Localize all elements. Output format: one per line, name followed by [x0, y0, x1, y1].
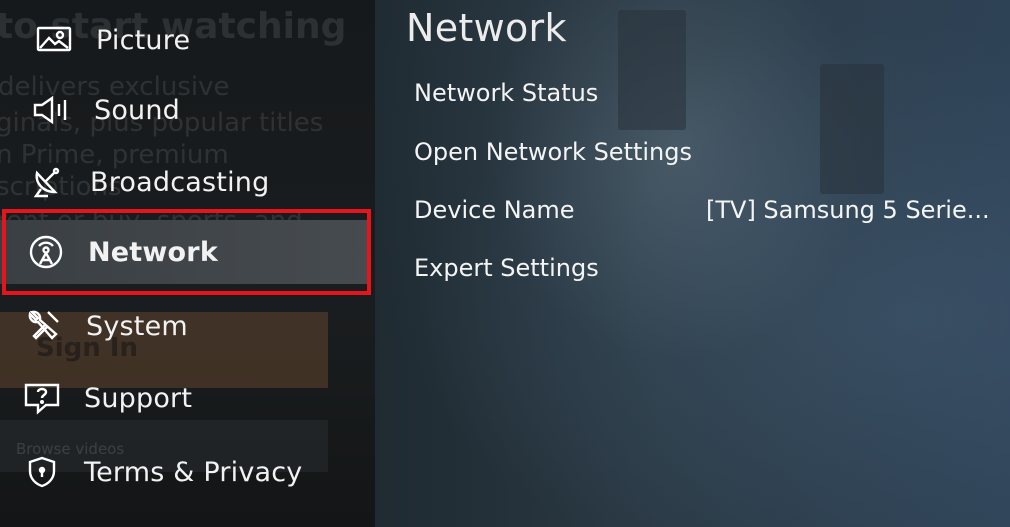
- menu-item-label: Sound: [94, 94, 181, 126]
- page-title: Network: [406, 6, 567, 50]
- menu-item-system[interactable]: System: [0, 294, 370, 358]
- satellite-dish-icon: [26, 160, 70, 204]
- picture-icon: [32, 18, 76, 62]
- menu-item-label: Support: [84, 382, 193, 414]
- shield-icon: [20, 450, 64, 494]
- setting-expert-settings[interactable]: Expert Settings: [406, 246, 996, 290]
- menu-item-label: Broadcasting: [90, 166, 270, 198]
- tools-icon: [22, 304, 66, 348]
- setting-label: Device Name: [414, 196, 575, 224]
- menu-item-broadcasting[interactable]: Broadcasting: [0, 150, 370, 214]
- setting-network-status[interactable]: Network Status: [406, 71, 996, 115]
- network-antenna-icon: [24, 230, 68, 274]
- menu-item-label: Terms & Privacy: [84, 456, 303, 488]
- setting-label: Network Status: [414, 79, 599, 107]
- setting-device-name[interactable]: Device Name [TV] Samsung 5 Serie...: [406, 188, 996, 232]
- setting-open-network-settings[interactable]: Open Network Settings: [406, 130, 996, 174]
- menu-item-label: Network: [88, 236, 218, 268]
- setting-label: Open Network Settings: [414, 138, 693, 166]
- help-icon: [20, 376, 64, 420]
- menu-item-label: System: [86, 310, 188, 342]
- setting-label: Expert Settings: [414, 254, 599, 282]
- menu-item-network[interactable]: Network: [0, 220, 370, 284]
- menu-item-sound[interactable]: Sound: [0, 78, 370, 142]
- menu-item-support[interactable]: Support: [0, 366, 370, 430]
- menu-item-terms-privacy[interactable]: Terms & Privacy: [0, 440, 370, 504]
- setting-value: [TV] Samsung 5 Serie...: [706, 196, 990, 224]
- speaker-icon: [30, 88, 74, 132]
- menu-item-label: Picture: [96, 24, 191, 56]
- menu-item-picture[interactable]: Picture: [0, 8, 370, 72]
